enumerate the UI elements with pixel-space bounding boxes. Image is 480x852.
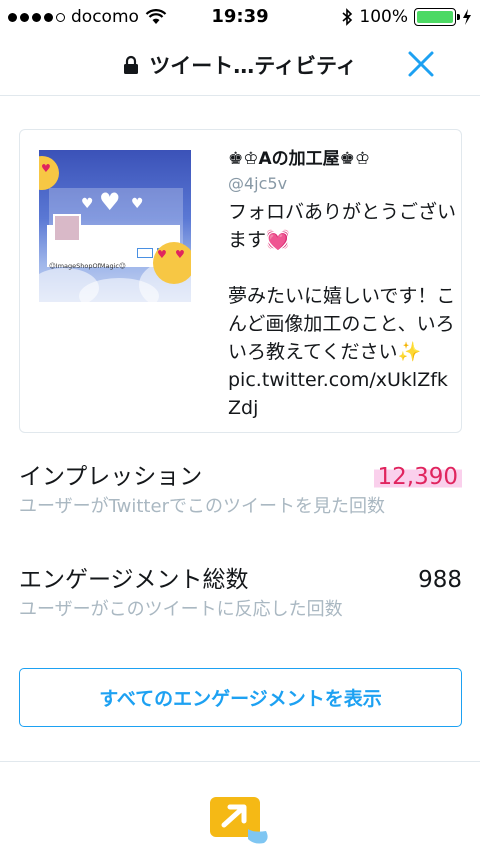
battery-icon <box>414 8 460 26</box>
close-icon[interactable] <box>406 49 436 79</box>
view-all-engagements-button[interactable]: すべてのエンゲージメントを表示 <box>19 668 462 727</box>
status-bar-right: 100% <box>341 7 472 27</box>
tweet-image-thumbnail[interactable]: ♥ ♥ ♥ ☺ImageShopOfMagic☺ ♥ ♥ ♥ <box>39 150 191 302</box>
battery-percent: 100% <box>359 7 408 27</box>
tweet-body: ♚♔Aの加工屋♚♔ @4jc5v フォロバありがとうございます💓 夢みたいに嬉し… <box>228 146 458 422</box>
promote-tweet-icon[interactable] <box>208 795 272 851</box>
status-bar: docomo 19:39 100% <box>0 0 480 34</box>
impressions-description: ユーザーがTwitterでこのツイートを見た回数 <box>19 496 385 517</box>
tweet-author-handle: @4jc5v <box>228 174 288 193</box>
navigation-bar: ツイート…ティビティ <box>0 34 480 96</box>
heart-eyes-emoji-icon: ♥ ♥ <box>153 242 191 284</box>
image-caption: ☺ImageShopOfMagic☺ <box>49 262 126 270</box>
lock-icon <box>124 55 139 74</box>
charging-bolt-icon <box>463 9 471 25</box>
engagements-description: ユーザーがこのツイートに反応した回数 <box>19 599 343 620</box>
page-title: ツイート…ティビティ <box>149 54 357 78</box>
engagements-label: エンゲージメント総数 <box>19 567 249 593</box>
tweet-author-name: ♚♔Aの加工屋♚♔ <box>228 149 371 169</box>
engagements-stat: エンゲージメント総数 988 ユーザーがこのツイートに反応した回数 <box>19 565 462 623</box>
engagements-value: 988 <box>418 567 462 593</box>
tweet-card[interactable]: ♥ ♥ ♥ ☺ImageShopOfMagic☺ ♥ ♥ ♥ ♚♔Aの加工屋♚♔… <box>19 129 462 433</box>
bluetooth-icon <box>342 8 353 26</box>
image-avatar <box>53 214 81 242</box>
heart-eyes-emoji-icon: ♥ <box>39 156 59 190</box>
divider <box>0 761 480 762</box>
tweet-text: フォロバありがとうございます💓 夢みたいに嬉しいです！こんど画像加工のこと、いろ… <box>228 201 457 419</box>
battery-level <box>417 11 453 23</box>
impressions-stat: インプレッション 12,390 ユーザーがTwitterでこのツイートを見た回数 <box>19 462 462 520</box>
impressions-value: 12,390 <box>373 462 462 492</box>
